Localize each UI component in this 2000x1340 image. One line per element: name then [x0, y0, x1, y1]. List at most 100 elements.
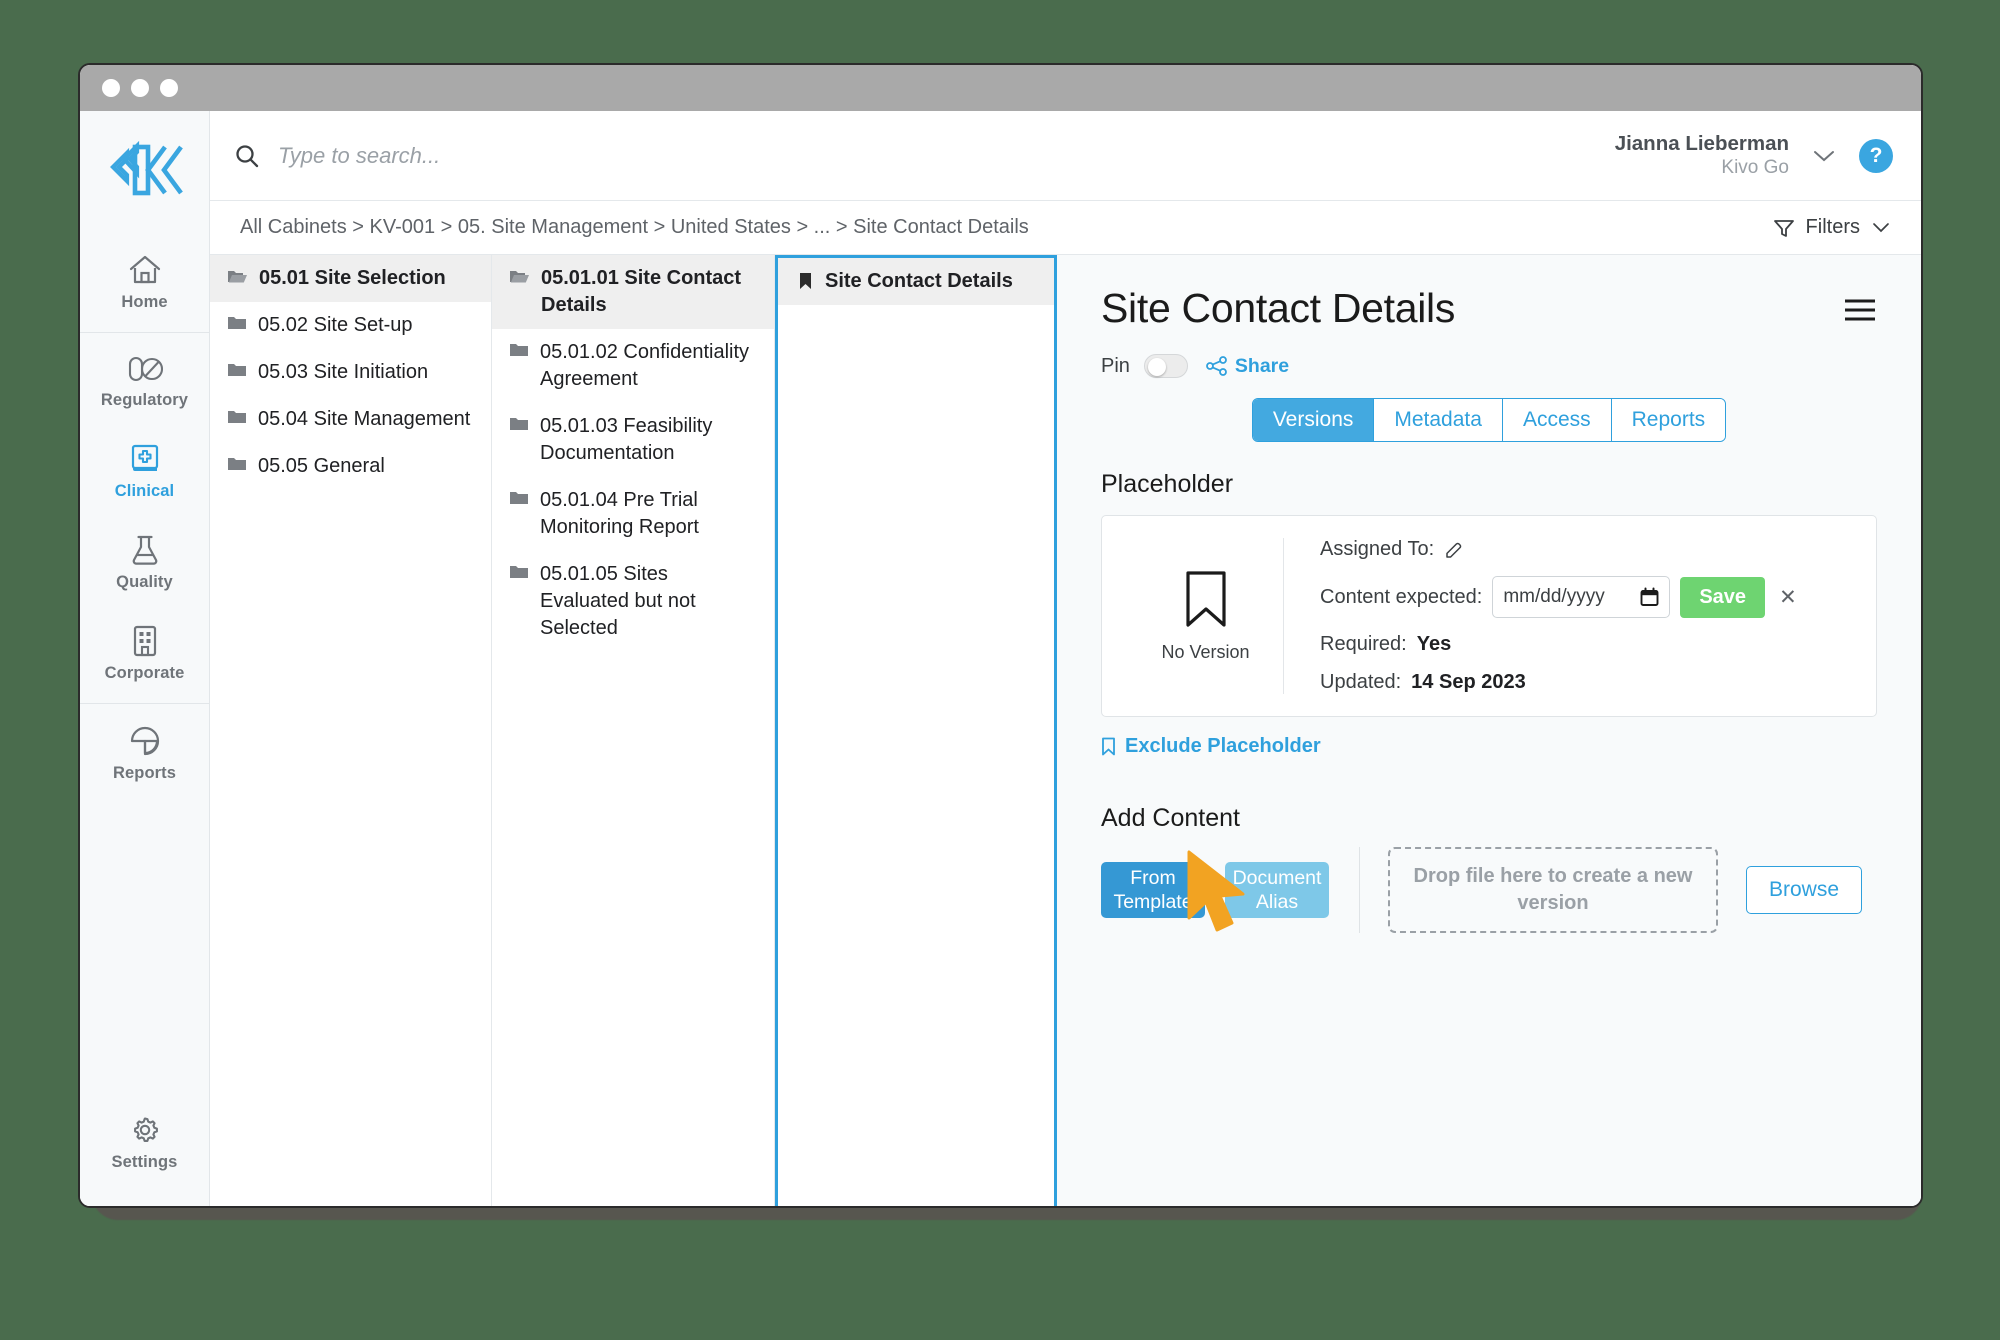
browse-button[interactable]: Browse — [1746, 866, 1863, 914]
share-button[interactable]: Share — [1206, 355, 1289, 378]
tree-item-05-04[interactable]: 05.04 Site Management — [210, 396, 491, 443]
sidebar-label-corporate: Corporate — [104, 664, 185, 682]
tree-item-05-01-04[interactable]: 05.01.04 Pre Trial Monitoring Report — [492, 477, 774, 551]
exclude-placeholder-link[interactable]: Exclude Placeholder — [1101, 735, 1877, 758]
search-input[interactable] — [278, 142, 738, 169]
help-label: ? — [1869, 143, 1883, 167]
share-icon — [1206, 356, 1227, 376]
folder-icon — [228, 411, 246, 423]
tree-item-05-01[interactable]: 05.01 Site Selection — [210, 255, 491, 302]
pin-label: Pin — [1101, 354, 1130, 377]
folder-icon — [228, 458, 246, 470]
close-x-icon[interactable]: ✕ — [1779, 585, 1797, 610]
window-titlebar — [80, 65, 1921, 111]
tree-label: 05.04 Site Management — [258, 408, 471, 430]
tree-label: 05.01.05 Sites Evaluated but not Selecte… — [540, 563, 696, 639]
sidebar-label-home: Home — [121, 293, 168, 311]
calendar-icon[interactable] — [1640, 587, 1659, 607]
document-alias-button[interactable]: Document Alias — [1225, 862, 1329, 918]
detail-header: Site Contact Details — [1101, 285, 1877, 332]
rail-group-home: Home — [80, 237, 209, 328]
dropzone-label: Drop file here to create a new version — [1413, 865, 1693, 914]
detail-tabs: Versions Metadata Access Reports — [1101, 398, 1877, 442]
rail-divider-1 — [80, 332, 209, 333]
content-expected-date-input[interactable]: mm/dd/yyyy — [1492, 576, 1671, 618]
pencil-edit-icon[interactable] — [1444, 540, 1464, 560]
sidebar-item-clinical[interactable]: Clinical — [80, 426, 209, 517]
breadcrumb[interactable]: All Cabinets > KV-001 > 05. Site Managem… — [240, 216, 1029, 239]
sidebar-item-regulatory[interactable]: Regulatory — [80, 337, 209, 426]
filters-button[interactable]: Filters — [1773, 216, 1891, 239]
tree-label: 05.01.03 Feasibility Documentation — [540, 415, 713, 464]
sidebar-label-regulatory: Regulatory — [100, 391, 189, 409]
tab-metadata[interactable]: Metadata — [1374, 399, 1503, 441]
user-menu[interactable]: Jianna Lieberman Kivo Go ? — [1615, 131, 1893, 180]
main-region: Jianna Lieberman Kivo Go ? All Cabinets … — [210, 111, 1921, 1206]
required-value: Yes — [1416, 633, 1452, 655]
tree-label: 05.01 Site Selection — [259, 267, 446, 289]
chevron-down-icon[interactable] — [1811, 148, 1837, 164]
placeholder-thumbnail: No Version — [1128, 538, 1284, 694]
clinical-book-icon — [131, 444, 158, 471]
sidebar-item-home[interactable]: Home — [80, 237, 209, 328]
primary-navigation-rail: Home Regulatory Clinical Quality Corpora… — [80, 111, 210, 1206]
folder-icon — [228, 317, 246, 329]
folder-open-icon — [510, 271, 529, 283]
tree-label: 05.05 General — [258, 455, 385, 477]
tree-label: 05.01.04 Pre Trial Monitoring Report — [540, 489, 699, 538]
window-maximize-button[interactable] — [160, 79, 178, 97]
tree-item-05-01-05[interactable]: 05.01.05 Sites Evaluated but not Selecte… — [492, 551, 774, 652]
tab-access[interactable]: Access — [1502, 399, 1612, 441]
from-template-button[interactable]: From Template — [1101, 862, 1205, 918]
sidebar-item-quality[interactable]: Quality — [80, 517, 209, 608]
placeholder-section-title: Placeholder — [1101, 470, 1234, 498]
tab-versions[interactable]: Versions — [1252, 399, 1375, 441]
application-window: Home Regulatory Clinical Quality Corpora… — [78, 63, 1923, 1208]
help-icon[interactable]: ? — [1859, 138, 1893, 173]
sidebar-label-clinical: Clinical — [114, 482, 175, 500]
search-bar[interactable] — [234, 142, 1615, 169]
file-dropzone[interactable]: Drop file here to create a new version — [1388, 847, 1718, 933]
window-close-button[interactable] — [102, 79, 120, 97]
tree-item-05-02[interactable]: 05.02 Site Set-up — [210, 302, 491, 349]
tree-item-05-01-03[interactable]: 05.01.03 Feasibility Documentation — [492, 403, 774, 477]
sidebar-item-settings[interactable]: Settings — [80, 1097, 209, 1206]
document-label: Site Contact Details — [825, 270, 1013, 292]
tree-item-05-03[interactable]: 05.03 Site Initiation — [210, 349, 491, 396]
tree-label: 05.02 Site Set-up — [258, 314, 413, 336]
tree-label: 05.01.01 Site Contact Details — [541, 267, 742, 316]
required-row: Required: Yes — [1320, 633, 1797, 656]
pin-toggle[interactable] — [1143, 354, 1188, 378]
tree-label: 05.01.02 Confidentiality Agreement — [540, 341, 750, 390]
placeholder-card: No Version Assigned To: Content expected… — [1101, 515, 1877, 717]
top-bar: Jianna Lieberman Kivo Go ? — [210, 111, 1921, 201]
tree-item-05-05[interactable]: 05.05 General — [210, 443, 491, 490]
hamburger-menu-icon[interactable] — [1843, 285, 1877, 328]
sidebar-label-reports: Reports — [112, 764, 177, 782]
assigned-to-row: Assigned To: — [1320, 538, 1797, 561]
content-expected-row: Content expected: mm/dd/yyyy Save ✕ — [1320, 576, 1797, 618]
tree-item-05-01-01[interactable]: 05.01.01 Site Contact Details — [492, 255, 774, 329]
pin-share-row: Pin Share — [1101, 354, 1877, 378]
user-identity: Jianna Lieberman Kivo Go — [1615, 131, 1789, 180]
pill-icon — [128, 356, 163, 382]
no-version-label: No Version — [1161, 641, 1250, 662]
tree-item-05-01-02[interactable]: 05.01.02 Confidentiality Agreement — [492, 329, 774, 403]
tab-reports[interactable]: Reports — [1611, 399, 1726, 441]
save-button[interactable]: Save — [1680, 576, 1766, 618]
building-icon — [133, 625, 156, 657]
folder-column-1: 05.01 Site Selection 05.02 Site Set-up 0… — [210, 255, 492, 1206]
folder-icon — [510, 344, 528, 356]
window-minimize-button[interactable] — [131, 79, 149, 97]
updated-row: Updated: 14 Sep 2023 — [1320, 671, 1797, 694]
folder-icon — [510, 492, 528, 504]
sidebar-item-reports[interactable]: Reports — [80, 708, 209, 799]
share-label: Share — [1234, 354, 1290, 377]
tree-label: 05.03 Site Initiation — [258, 361, 429, 383]
gear-icon — [133, 1117, 158, 1142]
sidebar-item-corporate[interactable]: Corporate — [80, 608, 209, 699]
vertical-divider — [1359, 847, 1360, 933]
add-content-section-title: Add Content — [1101, 804, 1240, 832]
document-item-site-contact-details[interactable]: Site Contact Details — [778, 258, 1054, 305]
bookmark-outline-icon — [1102, 737, 1115, 756]
